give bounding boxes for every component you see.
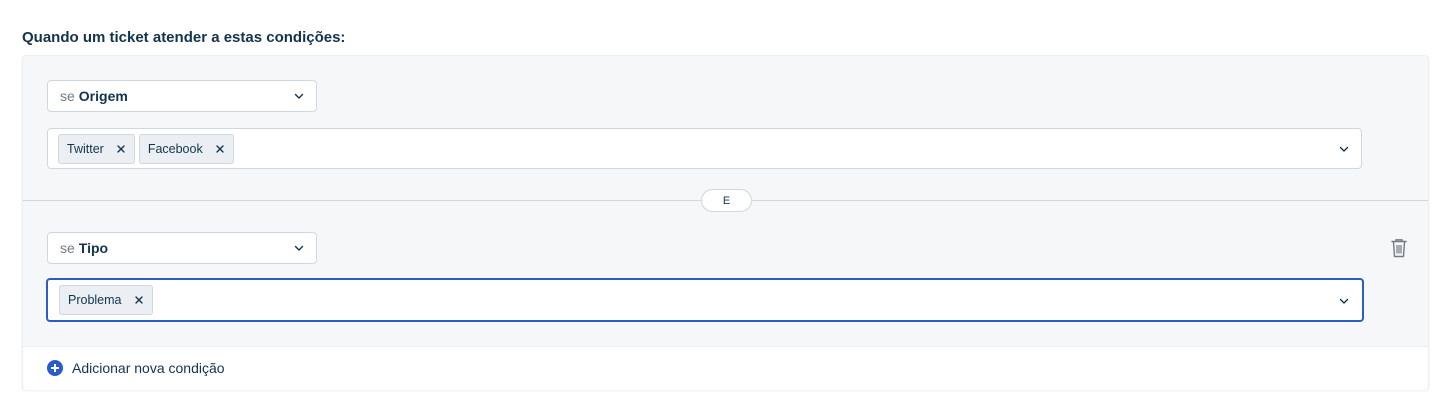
condition-2-values-select[interactable]: Problema: [46, 278, 1364, 322]
condition-1-field-name: Origem: [78, 88, 128, 104]
conditions-panel: se Origem Twitter Facebook E se Tipo Pro…: [22, 55, 1429, 390]
value-tag-label: Twitter: [67, 141, 104, 156]
chevron-down-icon: [294, 93, 304, 99]
conditions-footer: Adicionar nova condição: [23, 346, 1428, 390]
condition-2-field-select[interactable]: se Tipo: [47, 232, 317, 264]
trash-icon[interactable]: [1390, 238, 1408, 258]
close-icon[interactable]: [116, 144, 126, 154]
condition-1-field-select[interactable]: se Origem: [47, 80, 317, 112]
plus-circle-icon: [47, 360, 63, 376]
chevron-down-icon: [1339, 146, 1349, 152]
value-tag-label: Problema: [68, 293, 122, 307]
and-operator-badge[interactable]: E: [701, 189, 752, 212]
value-tag-label: Facebook: [147, 141, 203, 156]
add-condition-button[interactable]: Adicionar nova condição: [47, 360, 225, 376]
chevron-down-icon: [294, 245, 304, 251]
value-tag: Twitter: [58, 133, 135, 164]
add-condition-label: Adicionar nova condição: [72, 360, 225, 376]
close-icon[interactable]: [134, 295, 144, 305]
condition-2-prefix: se: [60, 240, 75, 256]
value-tag: Problema: [59, 285, 153, 315]
value-tag: Facebook: [138, 133, 234, 164]
condition-1-prefix: se: [60, 88, 75, 104]
chevron-down-icon: [1339, 298, 1349, 304]
close-icon[interactable]: [215, 144, 225, 154]
condition-1-values-select[interactable]: Twitter Facebook: [47, 128, 1362, 169]
condition-2-field-name: Tipo: [78, 240, 109, 256]
conditions-heading: Quando um ticket atender a estas condiçõ…: [22, 29, 346, 46]
